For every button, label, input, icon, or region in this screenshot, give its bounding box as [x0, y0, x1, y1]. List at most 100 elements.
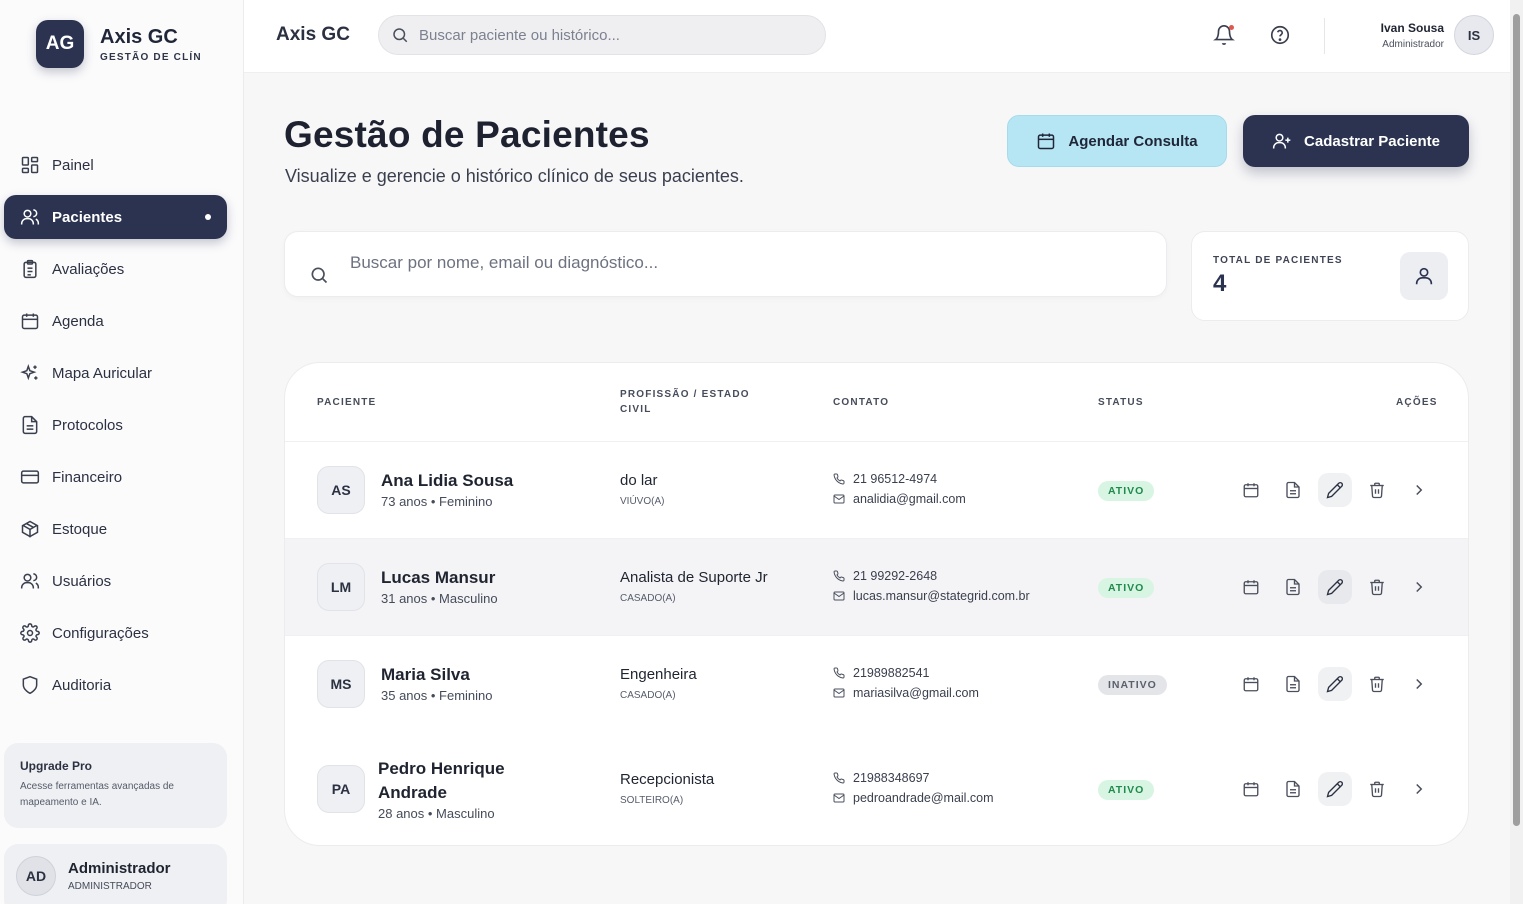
sidebar-item-label: Pacientes	[52, 208, 123, 226]
history-action-button[interactable]	[1276, 570, 1310, 604]
edit-action-button[interactable]	[1318, 667, 1352, 701]
patient-email[interactable]: mariasilva@gmail.com	[833, 686, 979, 700]
sidebar-item-label: Avaliações	[52, 260, 125, 278]
edit-action-button[interactable]	[1318, 772, 1352, 806]
sidebar-user-card[interactable]: AD Administrador ADMINISTRADOR	[4, 844, 227, 904]
add-patient-button[interactable]: Cadastrar Paciente	[1243, 115, 1469, 167]
help-icon	[1270, 25, 1290, 45]
patient-email[interactable]: analidia@gmail.com	[833, 492, 966, 506]
patient-name[interactable]: Ana Lidia Sousa	[381, 469, 513, 493]
notifications-button[interactable]	[1213, 24, 1235, 46]
sidebar-user-role: ADMINISTRADOR	[68, 881, 152, 892]
schedule-action-button[interactable]	[1234, 570, 1268, 604]
sidebar-item-estoque[interactable]: Estoque	[4, 507, 227, 551]
sidebar-item-label: Protocolos	[52, 416, 123, 434]
document-icon	[1286, 675, 1300, 693]
chevron-right-icon	[1416, 484, 1423, 496]
table-row[interactable]: MS Maria Silva 35 anos • Feminino Engenh…	[285, 636, 1468, 733]
column-header-profession-line2: CIVIL	[620, 404, 652, 415]
global-search-input[interactable]	[419, 26, 799, 44]
delete-action-button[interactable]	[1360, 772, 1394, 806]
schedule-appointment-button[interactable]: Agendar Consulta	[1007, 115, 1227, 167]
pencil-icon	[1326, 579, 1343, 596]
header-divider	[1324, 18, 1325, 54]
history-action-button[interactable]	[1276, 772, 1310, 806]
table-row[interactable]: LM Lucas Mansur 31 anos • Masculino Anal…	[285, 539, 1468, 636]
open-row-button[interactable]	[1402, 473, 1436, 507]
global-search[interactable]	[378, 15, 826, 55]
edit-action-button[interactable]	[1318, 473, 1352, 507]
upgrade-card[interactable]: Upgrade Pro Acesse ferramentas avançadas…	[4, 743, 227, 828]
brand[interactable]: AG Axis GC GESTÃO DE CLÍN	[36, 20, 202, 68]
sparkles-icon	[20, 364, 38, 381]
patient-meta: 31 anos • Masculino	[381, 591, 498, 606]
sidebar-item-configuracoes[interactable]: Configurações	[4, 611, 227, 655]
sidebar-item-protocolos[interactable]: Protocolos	[4, 403, 227, 447]
edit-action-button[interactable]	[1318, 570, 1352, 604]
sidebar-item-usuarios[interactable]: Usuários	[4, 559, 227, 603]
sidebar-item-financeiro[interactable]: Financeiro	[4, 455, 227, 499]
sidebar-user-name: Administrador	[68, 860, 171, 877]
scrollbar[interactable]	[1510, 0, 1523, 904]
open-row-button[interactable]	[1402, 772, 1436, 806]
patient-email[interactable]: pedroandrade@mail.com	[833, 791, 994, 805]
sidebar-item-painel[interactable]: Painel	[4, 143, 227, 187]
chevron-right-icon	[1416, 678, 1423, 690]
patient-phone: 21 96512-4974	[833, 472, 937, 486]
chevron-right-icon	[1416, 783, 1423, 795]
schedule-action-button[interactable]	[1234, 473, 1268, 507]
patient-name[interactable]: Maria Silva	[381, 663, 470, 687]
patient-meta: 35 anos • Feminino	[381, 688, 493, 703]
sidebar-item-agenda[interactable]: Agenda	[4, 299, 227, 343]
dashboard-icon	[21, 156, 39, 174]
schedule-action-button[interactable]	[1234, 667, 1268, 701]
calendar-icon	[1243, 483, 1259, 498]
column-header-profession-line1: PROFISSÃO / ESTADO	[620, 389, 750, 400]
delete-action-button[interactable]	[1360, 570, 1394, 604]
email-text: pedroandrade@mail.com	[853, 791, 994, 805]
patient-search[interactable]	[284, 231, 1167, 297]
pencil-icon	[1326, 482, 1343, 499]
delete-action-button[interactable]	[1360, 473, 1394, 507]
schedule-action-button[interactable]	[1234, 772, 1268, 806]
patient-phone: 21989882541	[833, 666, 929, 680]
patient-email[interactable]: lucas.mansur@stategrid.com.br	[833, 589, 1030, 603]
history-action-button[interactable]	[1276, 473, 1310, 507]
patient-meta: 73 anos • Feminino	[381, 494, 493, 509]
open-row-button[interactable]	[1402, 667, 1436, 701]
patient-name[interactable]: Lucas Mansur	[381, 566, 495, 590]
avatar: MS	[317, 660, 365, 708]
patient-phone: 21988348697	[833, 771, 929, 785]
avatar: PA	[317, 765, 365, 813]
stat-label: TOTAL DE PACIENTES	[1213, 255, 1343, 266]
header-user-menu[interactable]: Ivan Sousa Administrador IS	[1381, 15, 1494, 55]
patient-profession: Analista de Suporte Jr	[620, 569, 768, 586]
shield-icon	[22, 675, 38, 695]
table-row[interactable]: PA Pedro Henrique Andrade 28 anos • Masc…	[285, 741, 1468, 845]
scrollbar-thumb[interactable]	[1513, 14, 1520, 826]
brand-name: Axis GC	[100, 26, 178, 48]
user-icon	[1400, 252, 1448, 300]
box-icon	[21, 520, 39, 538]
patient-name-line2[interactable]: Andrade	[378, 781, 447, 805]
patient-name[interactable]: Pedro Henrique	[378, 757, 505, 781]
open-row-button[interactable]	[1402, 570, 1436, 604]
sidebar-item-avaliacoes[interactable]: Avaliações	[4, 247, 227, 291]
stat-value: 4	[1213, 270, 1227, 297]
help-button[interactable]	[1269, 24, 1291, 46]
document-icon	[1286, 780, 1300, 798]
brand-subtitle: GESTÃO DE CLÍN	[100, 52, 202, 63]
sidebar-item-pacientes[interactable]: Pacientes	[4, 195, 227, 239]
sidebar-item-auditoria[interactable]: Auditoria	[4, 663, 227, 707]
column-header-actions: AÇÕES	[1396, 397, 1438, 408]
patient-profession: Recepcionista	[620, 771, 715, 788]
email-text: analidia@gmail.com	[853, 492, 966, 506]
delete-action-button[interactable]	[1360, 667, 1394, 701]
chevron-right-icon	[1416, 581, 1423, 593]
sidebar-item-label: Estoque	[52, 520, 108, 538]
table-row[interactable]: AS Ana Lidia Sousa 73 anos • Feminino do…	[285, 442, 1468, 539]
sidebar-item-mapa-auricular[interactable]: Mapa Auricular	[4, 351, 227, 395]
patient-search-input[interactable]	[350, 253, 1130, 273]
history-action-button[interactable]	[1276, 667, 1310, 701]
status-badge: INATIVO	[1098, 675, 1167, 695]
